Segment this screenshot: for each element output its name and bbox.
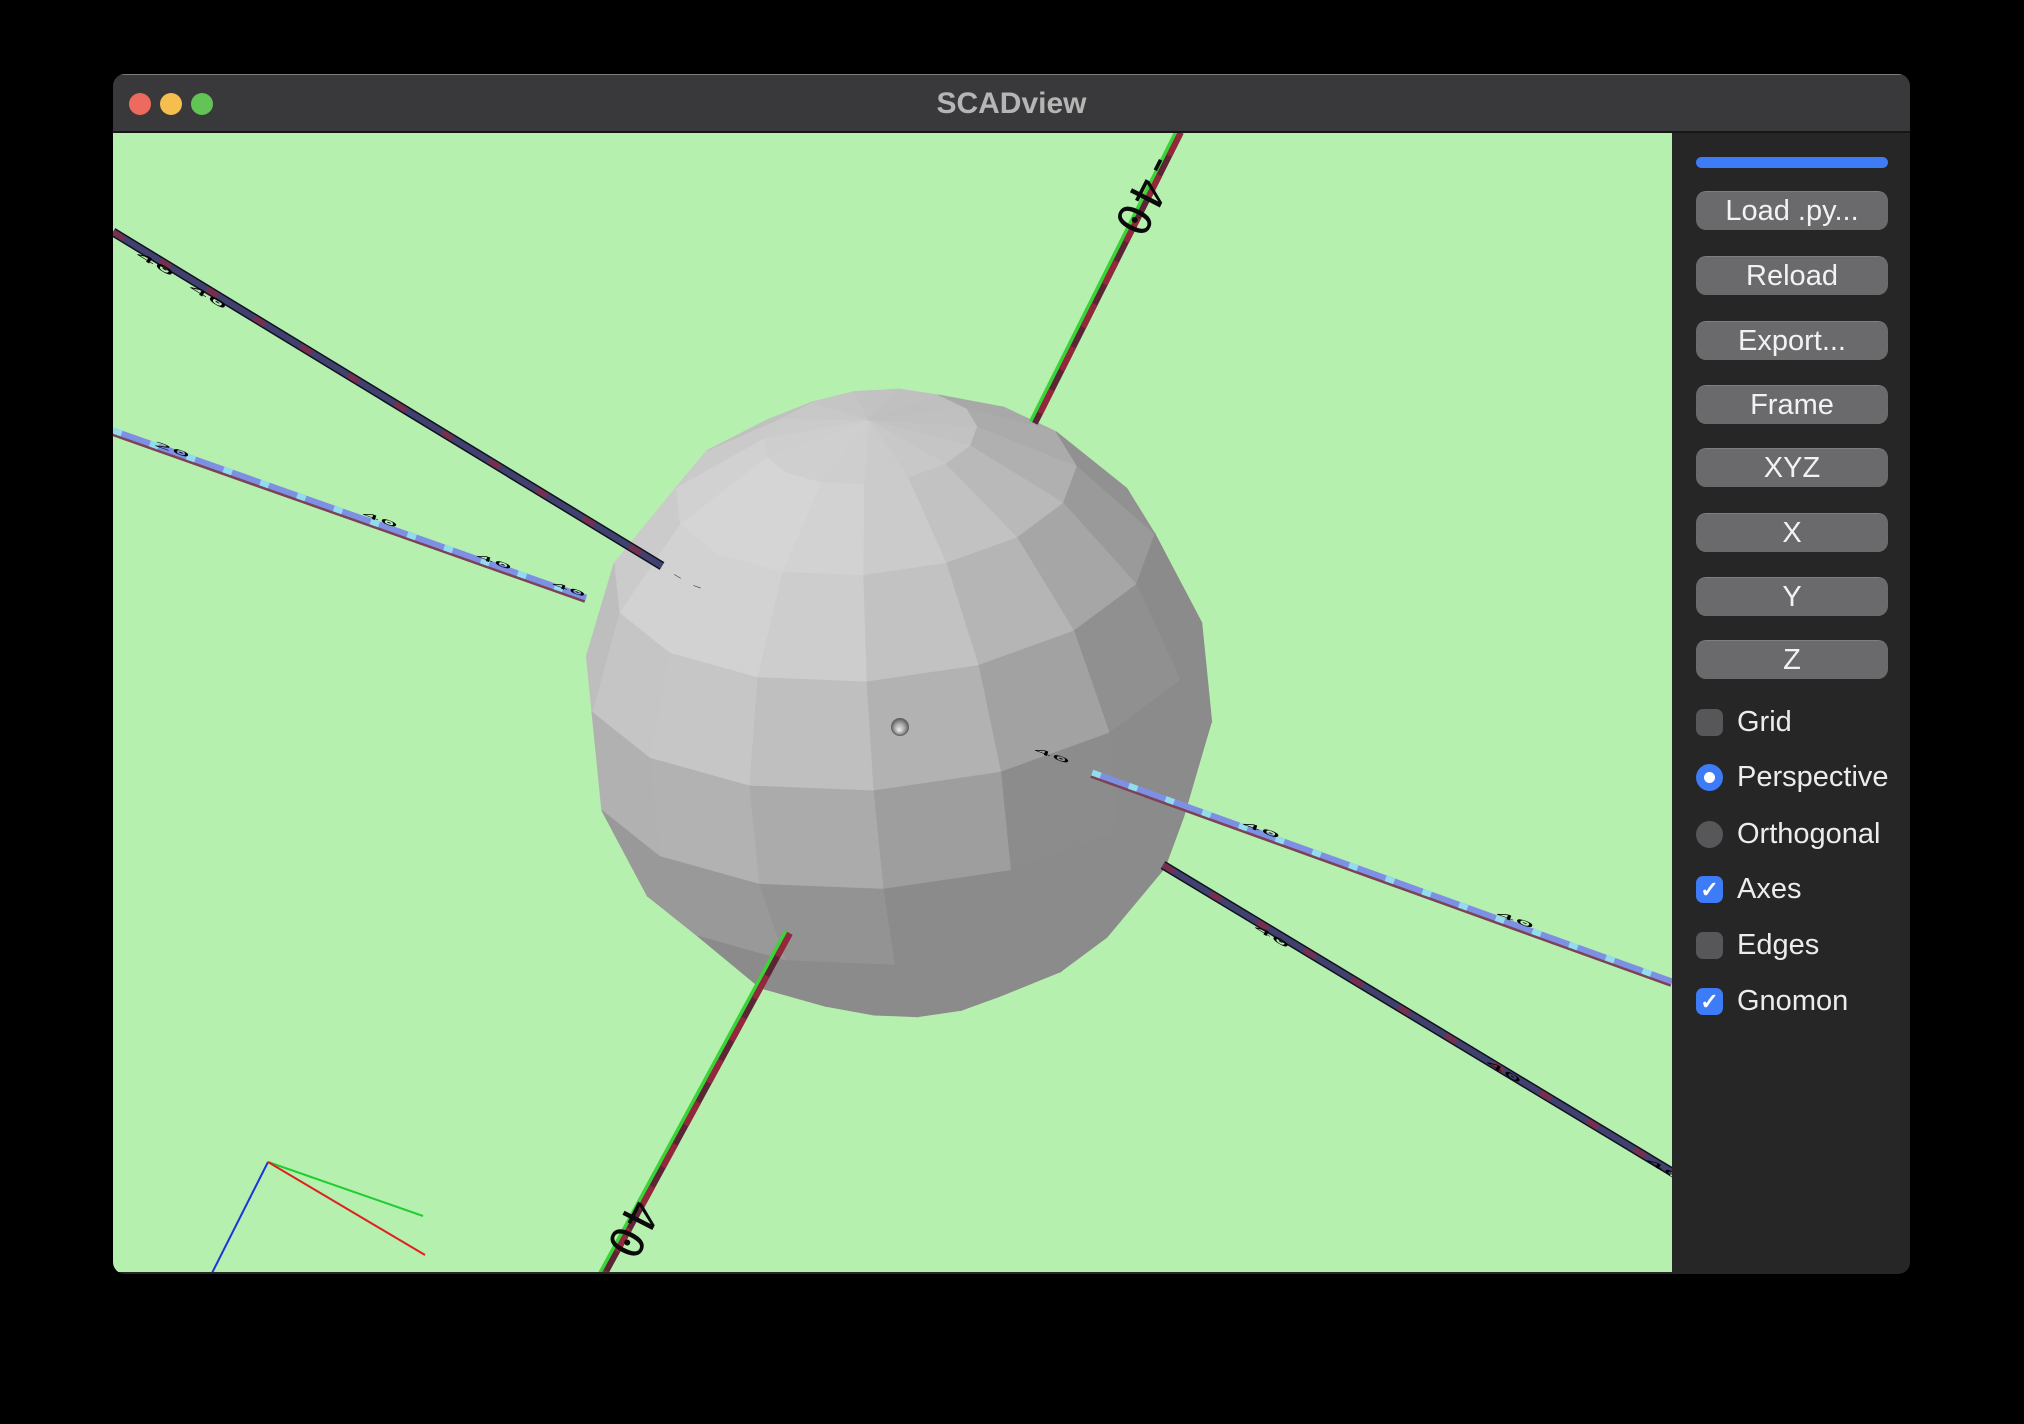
axes-label: Axes xyxy=(1737,873,1801,906)
perspective-label: Perspective xyxy=(1737,761,1889,794)
perspective-radio[interactable] xyxy=(1696,764,1723,791)
progress-bar xyxy=(1696,157,1888,168)
app-window: SCADview 404020404040--404040404040-4040… xyxy=(113,74,1910,1274)
sidebar: Load .py... Reload Export... Frame XYZ X… xyxy=(1672,133,1910,1272)
axes-toggle[interactable]: Axes xyxy=(1696,875,1801,903)
grid-toggle[interactable]: Grid xyxy=(1696,708,1792,736)
edges-label: Edges xyxy=(1737,929,1819,962)
orthogonal-label: Orthogonal xyxy=(1737,818,1881,851)
frame-button[interactable]: Frame xyxy=(1696,385,1888,424)
edges-checkbox[interactable] xyxy=(1696,932,1723,959)
edges-toggle[interactable]: Edges xyxy=(1696,931,1819,959)
svg-text:40: 40 xyxy=(595,1191,670,1268)
gnomon-toggle[interactable]: Gnomon xyxy=(1696,987,1848,1015)
title-bar[interactable]: SCADview xyxy=(113,74,1910,133)
perspective-toggle[interactable]: Perspective xyxy=(1696,763,1889,791)
xyz-view-button[interactable]: XYZ xyxy=(1696,448,1888,487)
export-button[interactable]: Export... xyxy=(1696,321,1888,360)
viewport-3d[interactable]: 404020404040--404040404040-4040 xyxy=(113,133,1672,1272)
scene-svg[interactable]: 404020404040--404040404040-4040 xyxy=(113,133,1672,1272)
orthogonal-radio[interactable] xyxy=(1696,821,1723,848)
orthogonal-toggle[interactable]: Orthogonal xyxy=(1696,820,1881,848)
axes-checkbox[interactable] xyxy=(1696,876,1723,903)
grid-checkbox[interactable] xyxy=(1696,709,1723,736)
svg-text:40: 40 xyxy=(1484,1058,1523,1086)
y-view-button[interactable]: Y xyxy=(1696,577,1888,616)
gnomon-checkbox[interactable] xyxy=(1696,988,1723,1015)
svg-text:-40: -40 xyxy=(1103,142,1192,246)
load-py-button[interactable]: Load .py... xyxy=(1696,191,1888,230)
z-view-button[interactable]: Z xyxy=(1696,640,1888,679)
window-title: SCADview xyxy=(113,75,1910,132)
reload-button[interactable]: Reload xyxy=(1696,256,1888,295)
gnomon-label: Gnomon xyxy=(1737,985,1848,1018)
grid-label: Grid xyxy=(1737,706,1792,739)
x-view-button[interactable]: X xyxy=(1696,513,1888,552)
